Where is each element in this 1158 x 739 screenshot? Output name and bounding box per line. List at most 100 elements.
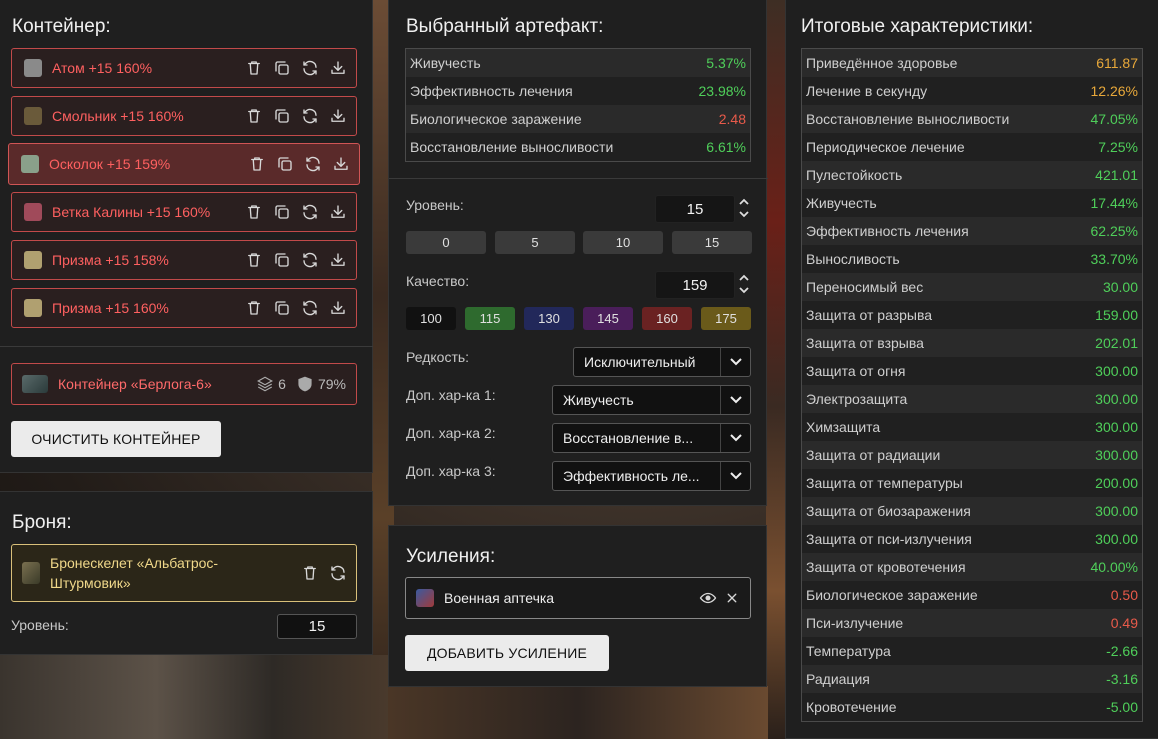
download-icon[interactable] bbox=[328, 58, 348, 78]
stat-value: 12.26% bbox=[1090, 83, 1138, 99]
artifact-name: Смольник +15 160% bbox=[52, 108, 184, 124]
medkit-icon bbox=[416, 589, 434, 607]
level-preset-button[interactable]: 5 bbox=[495, 231, 575, 254]
stat-value: -2.66 bbox=[1106, 643, 1138, 659]
stat-name: Защита от разрыва bbox=[806, 307, 933, 323]
copy-icon[interactable] bbox=[272, 250, 292, 270]
artifact-row[interactable]: Атом +15 160% bbox=[11, 48, 357, 88]
stat-value: 2.48 bbox=[718, 111, 746, 127]
copy-icon[interactable] bbox=[275, 154, 295, 174]
background-scene bbox=[766, 0, 786, 739]
artifact-row[interactable]: Осколок +15 159% bbox=[8, 143, 360, 185]
layers-icon bbox=[257, 376, 274, 392]
quality-preset-button[interactable]: 115 bbox=[465, 307, 515, 330]
stat-row: Температура -2.66 bbox=[802, 637, 1142, 665]
chevron-down-icon bbox=[739, 287, 749, 294]
stat-row: Биологическое заражение 0.50 bbox=[802, 581, 1142, 609]
copy-icon[interactable] bbox=[272, 298, 292, 318]
stat-name: Защита от температуры bbox=[806, 475, 963, 491]
extra1-label: Доп. хар-ка 1: bbox=[406, 387, 496, 403]
stat-row: Выносливость 33.70% bbox=[802, 245, 1142, 273]
container-protection: 79% bbox=[296, 375, 346, 393]
quality-preset-button[interactable]: 145 bbox=[583, 307, 633, 330]
refresh-icon[interactable] bbox=[300, 250, 320, 270]
boost-item[interactable]: Военная аптечка bbox=[405, 577, 751, 619]
artifact-thumb-icon bbox=[24, 203, 42, 221]
trash-icon[interactable] bbox=[300, 563, 320, 583]
stat-value: 7.25% bbox=[1098, 139, 1138, 155]
refresh-icon[interactable] bbox=[303, 154, 323, 174]
download-icon[interactable] bbox=[331, 154, 351, 174]
stat-name: Электрозащита bbox=[806, 391, 908, 407]
artifact-row[interactable]: Призма +15 160% bbox=[11, 288, 357, 328]
level-preset-button[interactable]: 0 bbox=[406, 231, 486, 254]
stat-value: -3.16 bbox=[1106, 671, 1138, 687]
add-boost-button[interactable]: ДОБАВИТЬ УСИЛЕНИЕ bbox=[405, 635, 609, 671]
stat-row: Пулестойкость 421.01 bbox=[802, 161, 1142, 189]
trash-icon[interactable] bbox=[244, 298, 264, 318]
copy-icon[interactable] bbox=[272, 58, 292, 78]
totals-stats-table: Приведённое здоровье 611.87 Лечение в секу… bbox=[801, 48, 1143, 722]
quality-preset-button[interactable]: 160 bbox=[642, 307, 692, 330]
stat-value: -5.00 bbox=[1106, 699, 1138, 715]
trash-icon[interactable] bbox=[244, 106, 264, 126]
refresh-icon[interactable] bbox=[300, 202, 320, 222]
stat-row: Защита от кровотечения 40.00% bbox=[802, 553, 1142, 581]
close-icon[interactable] bbox=[722, 588, 742, 608]
stat-row: Биологическое заражение 2.48 bbox=[406, 105, 750, 133]
quality-input[interactable]: 159 bbox=[655, 271, 735, 299]
download-icon[interactable] bbox=[328, 250, 348, 270]
eye-icon[interactable] bbox=[698, 588, 718, 608]
stat-row: Живучесть 17.44% bbox=[802, 189, 1142, 217]
stat-value: 40.00% bbox=[1090, 559, 1138, 575]
artifact-thumb-icon bbox=[24, 59, 42, 77]
level-preset-button[interactable]: 15 bbox=[672, 231, 752, 254]
shield-icon bbox=[298, 376, 312, 392]
refresh-icon[interactable] bbox=[300, 58, 320, 78]
trash-icon[interactable] bbox=[247, 154, 267, 174]
download-icon[interactable] bbox=[328, 202, 348, 222]
container-thumb-icon bbox=[22, 375, 48, 393]
trash-icon[interactable] bbox=[244, 202, 264, 222]
armor-item[interactable]: Бронескелет «Альбатрос- Штурмовик» bbox=[11, 544, 357, 602]
rarity-select[interactable]: Исключительный bbox=[573, 347, 751, 377]
container-item[interactable]: Контейнер «Берлога-6» 6 79% bbox=[11, 363, 357, 405]
stat-value: 202.01 bbox=[1095, 335, 1138, 351]
download-icon[interactable] bbox=[328, 106, 348, 126]
totals-panel: Итоговые характеристики: Приведённое здо… bbox=[785, 0, 1158, 739]
extra1-select[interactable]: Живучесть bbox=[552, 385, 751, 415]
artifact-row[interactable]: Призма +15 158% bbox=[11, 240, 357, 280]
extra3-label: Доп. хар-ка 3: bbox=[406, 463, 496, 479]
refresh-icon[interactable] bbox=[328, 563, 348, 583]
armor-level-input[interactable]: 15 bbox=[277, 614, 357, 639]
extra3-select[interactable]: Эффективность ле... bbox=[552, 461, 751, 491]
extra2-select[interactable]: Восстановление в... bbox=[552, 423, 751, 453]
trash-icon[interactable] bbox=[244, 250, 264, 270]
quality-preset-button[interactable]: 130 bbox=[524, 307, 574, 330]
clear-container-button[interactable]: ОЧИСТИТЬ КОНТЕЙНЕР bbox=[11, 421, 221, 457]
divider bbox=[389, 178, 768, 179]
artifact-row[interactable]: Смольник +15 160% bbox=[11, 96, 357, 136]
stat-name: Эффективность лечения bbox=[806, 223, 969, 239]
chevron-down-icon bbox=[720, 462, 750, 490]
level-stepper[interactable] bbox=[738, 197, 750, 219]
refresh-icon[interactable] bbox=[300, 106, 320, 126]
copy-icon[interactable] bbox=[272, 202, 292, 222]
quality-stepper[interactable] bbox=[738, 273, 750, 295]
stat-row: Эффективность лечения 62.25% bbox=[802, 217, 1142, 245]
quality-preset-button[interactable]: 175 bbox=[701, 307, 751, 330]
armor-name-line1: Бронескелет «Альбатрос- bbox=[50, 555, 219, 571]
refresh-icon[interactable] bbox=[300, 298, 320, 318]
stat-name: Пси-излучение bbox=[806, 615, 904, 631]
artifact-row[interactable]: Ветка Калины +15 160% bbox=[11, 192, 357, 232]
level-input[interactable]: 15 bbox=[655, 195, 735, 223]
stat-row: Электрозащита 300.00 bbox=[802, 385, 1142, 413]
level-preset-button[interactable]: 10 bbox=[583, 231, 663, 254]
stat-value: 611.87 bbox=[1096, 55, 1138, 71]
quality-preset-button[interactable]: 100 bbox=[406, 307, 456, 330]
download-icon[interactable] bbox=[328, 298, 348, 318]
copy-icon[interactable] bbox=[272, 106, 292, 126]
stat-row: Защита от температуры 200.00 bbox=[802, 469, 1142, 497]
trash-icon[interactable] bbox=[244, 58, 264, 78]
rarity-value: Исключительный bbox=[584, 354, 696, 370]
